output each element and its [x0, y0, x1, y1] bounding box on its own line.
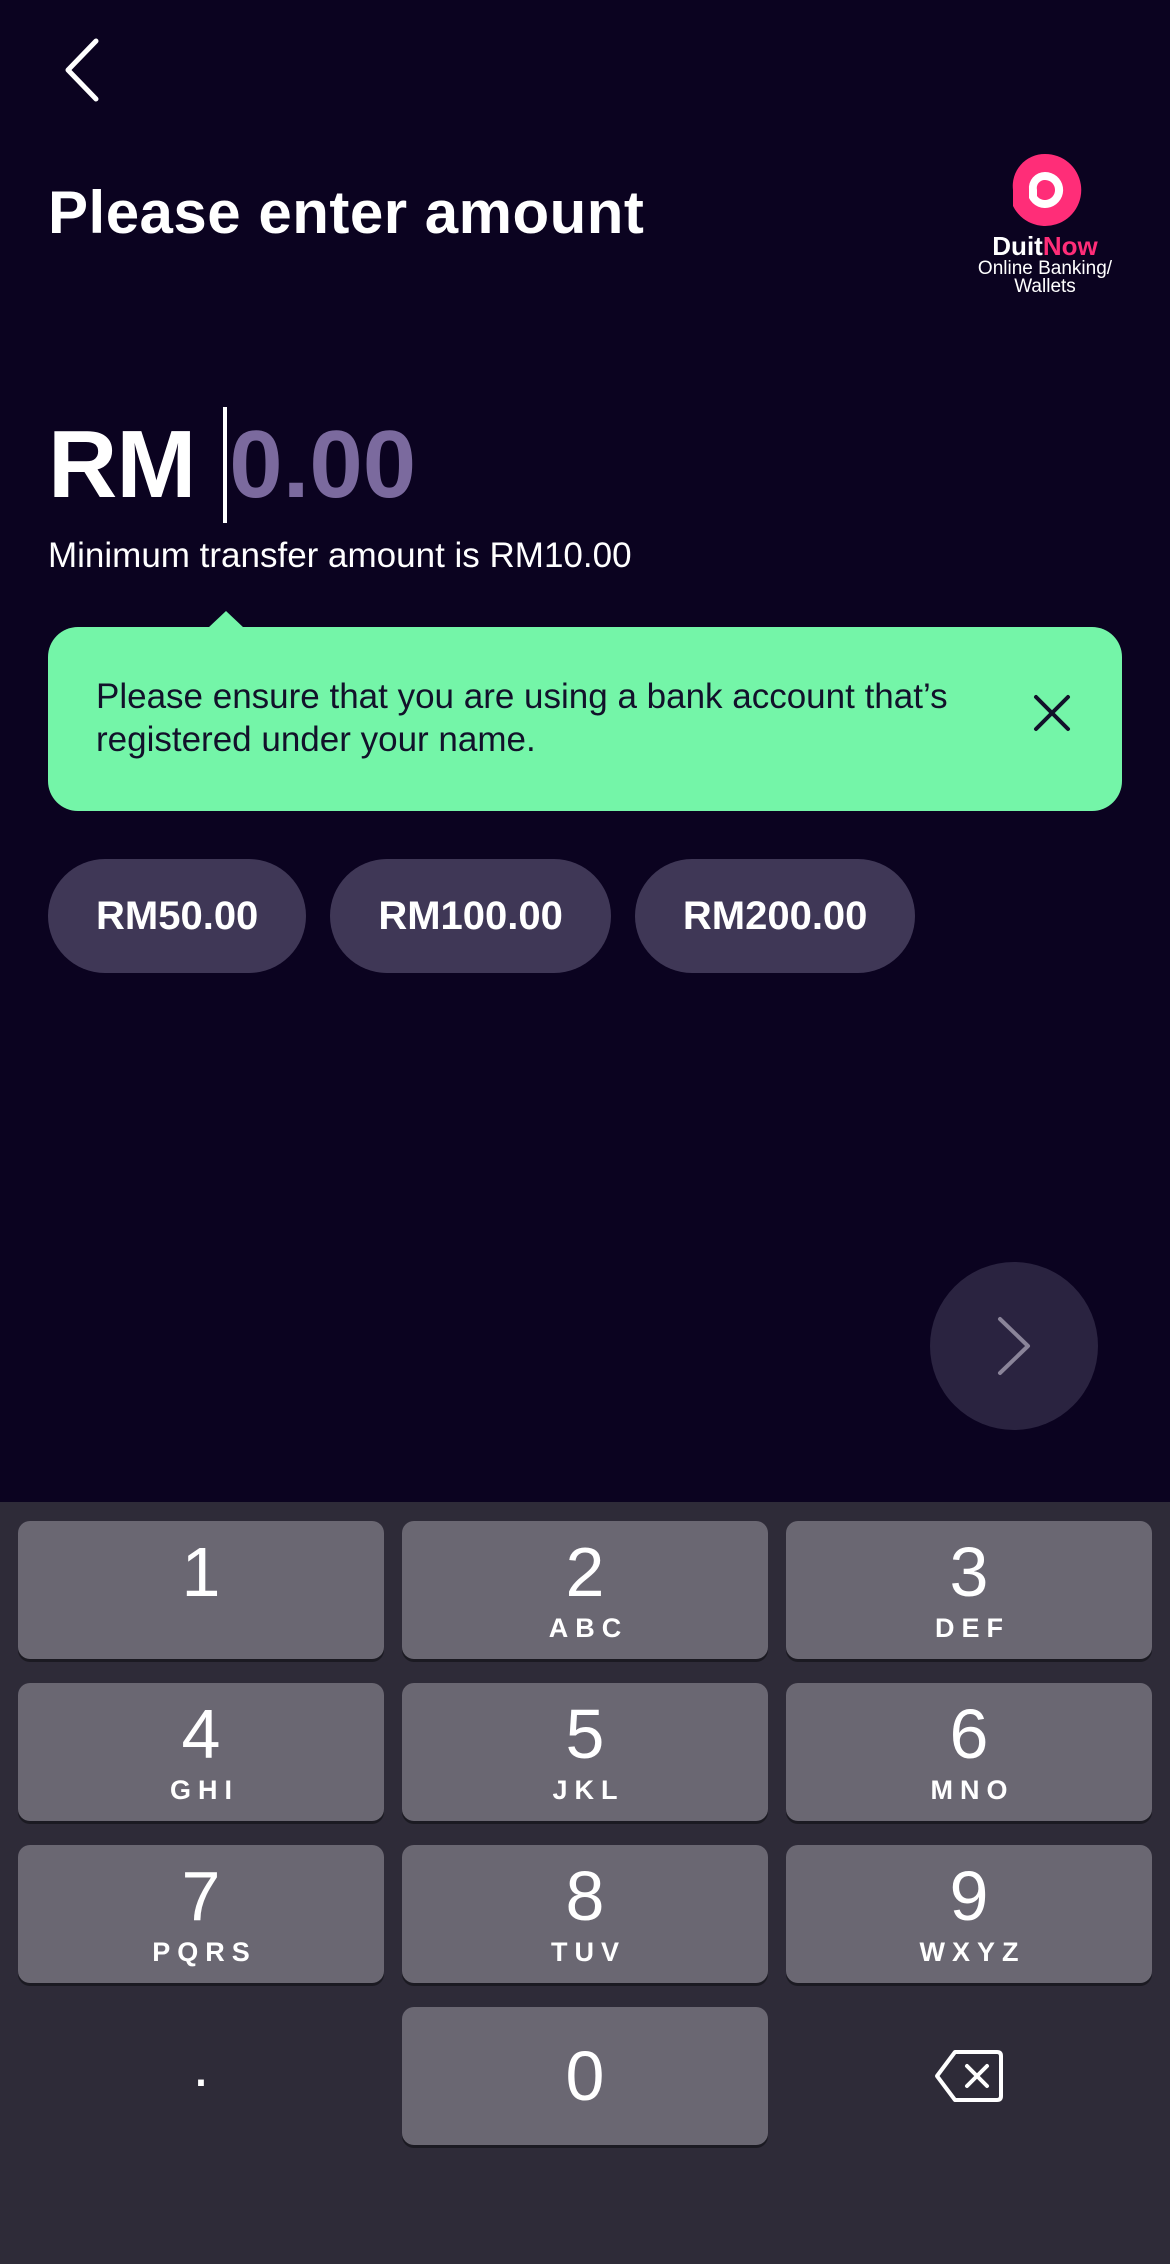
text-caret [223, 407, 228, 523]
key-6[interactable]: 6 MNO [786, 1683, 1152, 1821]
backspace-icon [935, 2050, 1003, 2102]
amount-row: RM [48, 400, 490, 530]
key-7[interactable]: 7 PQRS [18, 1845, 384, 1983]
key-1[interactable]: 1 [18, 1521, 384, 1659]
key-3[interactable]: 3 DEF [786, 1521, 1152, 1659]
next-button[interactable] [930, 1262, 1098, 1430]
chevron-right-icon [998, 1317, 1030, 1375]
key-0[interactable]: 0 [402, 2007, 768, 2145]
quick-amounts: RM50.00 RM100.00 RM200.00 [48, 859, 916, 973]
key-decimal[interactable]: . [18, 2007, 384, 2145]
key-4[interactable]: 4 GHI [18, 1683, 384, 1821]
key-5[interactable]: 5 JKL [402, 1683, 768, 1821]
bank-account-notice: Please ensure that you are using a bank … [48, 611, 1122, 811]
duitnow-logo: DuitNow Online Banking/ Wallets [960, 150, 1130, 300]
minimum-amount-note: Minimum transfer amount is RM10.00 [48, 536, 632, 575]
back-button[interactable] [52, 30, 112, 110]
quick-amount-100[interactable]: RM100.00 [330, 859, 611, 973]
currency-label: RM [48, 411, 196, 518]
key-2[interactable]: 2 ABC [402, 1521, 768, 1659]
key-8[interactable]: 8 TUV [402, 1845, 768, 1983]
chevron-left-icon [65, 38, 99, 102]
numeric-keyboard: 1 2 ABC 3 DEF 4 GHI 5 JKL 6 MNO 7 PQRS 8… [0, 1502, 1170, 2264]
key-9[interactable]: 9 WXYZ [786, 1845, 1152, 1983]
quick-amount-50[interactable]: RM50.00 [48, 859, 307, 973]
key-delete[interactable] [786, 2007, 1152, 2145]
logo-subtitle-line2: Wallets [1014, 276, 1076, 297]
duitnow-mark-icon [1012, 153, 1082, 226]
page-title: Please enter amount [48, 179, 645, 246]
close-icon[interactable] [1030, 691, 1074, 735]
quick-amount-200[interactable]: RM200.00 [634, 859, 916, 973]
notice-text: Please ensure that you are using a bank … [96, 677, 948, 759]
amount-input[interactable] [229, 410, 490, 520]
logo-wordmark: DuitNow [992, 231, 1098, 261]
